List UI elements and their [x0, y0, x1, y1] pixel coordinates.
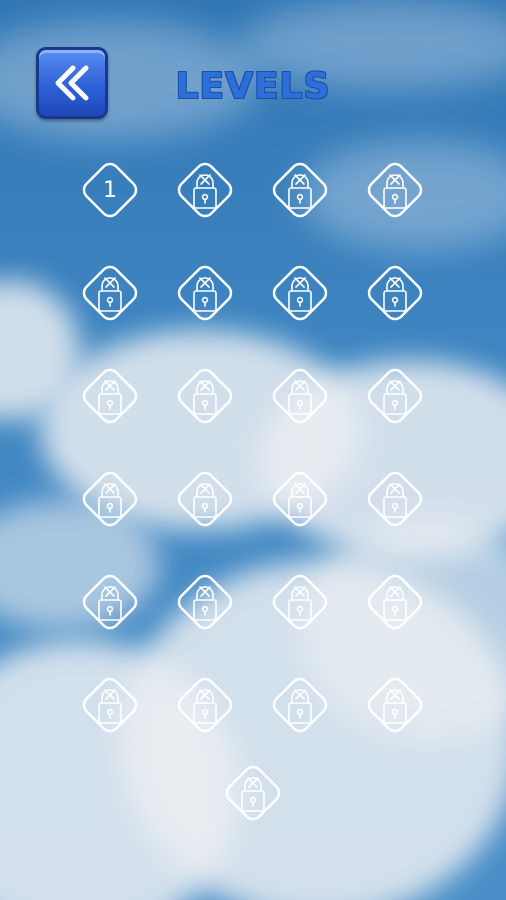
page-title: LEVELS — [175, 66, 331, 107]
level-tile-locked[interactable] — [264, 257, 336, 329]
level-tile-locked[interactable] — [359, 566, 431, 638]
level-number: 1 — [103, 177, 117, 203]
level-tile-locked[interactable] — [169, 463, 241, 535]
padlock-icon — [241, 777, 265, 812]
level-tile-locked[interactable] — [74, 360, 146, 432]
level-tile-locked[interactable] — [359, 360, 431, 432]
level-tile-locked[interactable] — [74, 566, 146, 638]
padlock-icon — [383, 483, 407, 518]
level-tile-locked[interactable] — [169, 154, 241, 226]
padlock-icon — [383, 277, 407, 312]
padlock-icon — [288, 277, 312, 312]
padlock-icon — [288, 483, 312, 518]
level-tile-locked[interactable] — [264, 463, 336, 535]
level-tile-locked[interactable] — [169, 360, 241, 432]
padlock-icon — [98, 689, 122, 724]
padlock-icon — [288, 586, 312, 621]
padlock-icon — [193, 689, 217, 724]
padlock-icon — [98, 586, 122, 621]
level-tile[interactable]: 1 — [74, 154, 146, 226]
padlock-icon — [193, 174, 217, 209]
padlock-icon — [383, 380, 407, 415]
level-tile-locked[interactable] — [359, 257, 431, 329]
padlock-icon — [193, 380, 217, 415]
level-tile-locked[interactable] — [264, 360, 336, 432]
level-tile-locked[interactable] — [264, 566, 336, 638]
padlock-icon — [98, 483, 122, 518]
level-tile-locked[interactable] — [359, 154, 431, 226]
padlock-icon — [288, 380, 312, 415]
level-tile-locked[interactable] — [169, 257, 241, 329]
level-tile-locked[interactable] — [74, 463, 146, 535]
level-tile-locked[interactable] — [169, 669, 241, 741]
level-tile-locked[interactable] — [74, 257, 146, 329]
padlock-icon — [383, 586, 407, 621]
padlock-icon — [288, 174, 312, 209]
padlock-icon — [193, 483, 217, 518]
level-tile-locked[interactable] — [359, 669, 431, 741]
level-tile-locked[interactable] — [264, 669, 336, 741]
padlock-icon — [98, 380, 122, 415]
level-tile-locked[interactable] — [169, 566, 241, 638]
level-tile-locked[interactable] — [264, 154, 336, 226]
padlock-icon — [288, 689, 312, 724]
level-tile-locked[interactable] — [217, 757, 289, 829]
level-tile-locked[interactable] — [359, 463, 431, 535]
padlock-icon — [383, 689, 407, 724]
padlock-icon — [193, 277, 217, 312]
padlock-icon — [193, 586, 217, 621]
level-tile-locked[interactable] — [74, 669, 146, 741]
padlock-icon — [383, 174, 407, 209]
padlock-icon — [98, 277, 122, 312]
